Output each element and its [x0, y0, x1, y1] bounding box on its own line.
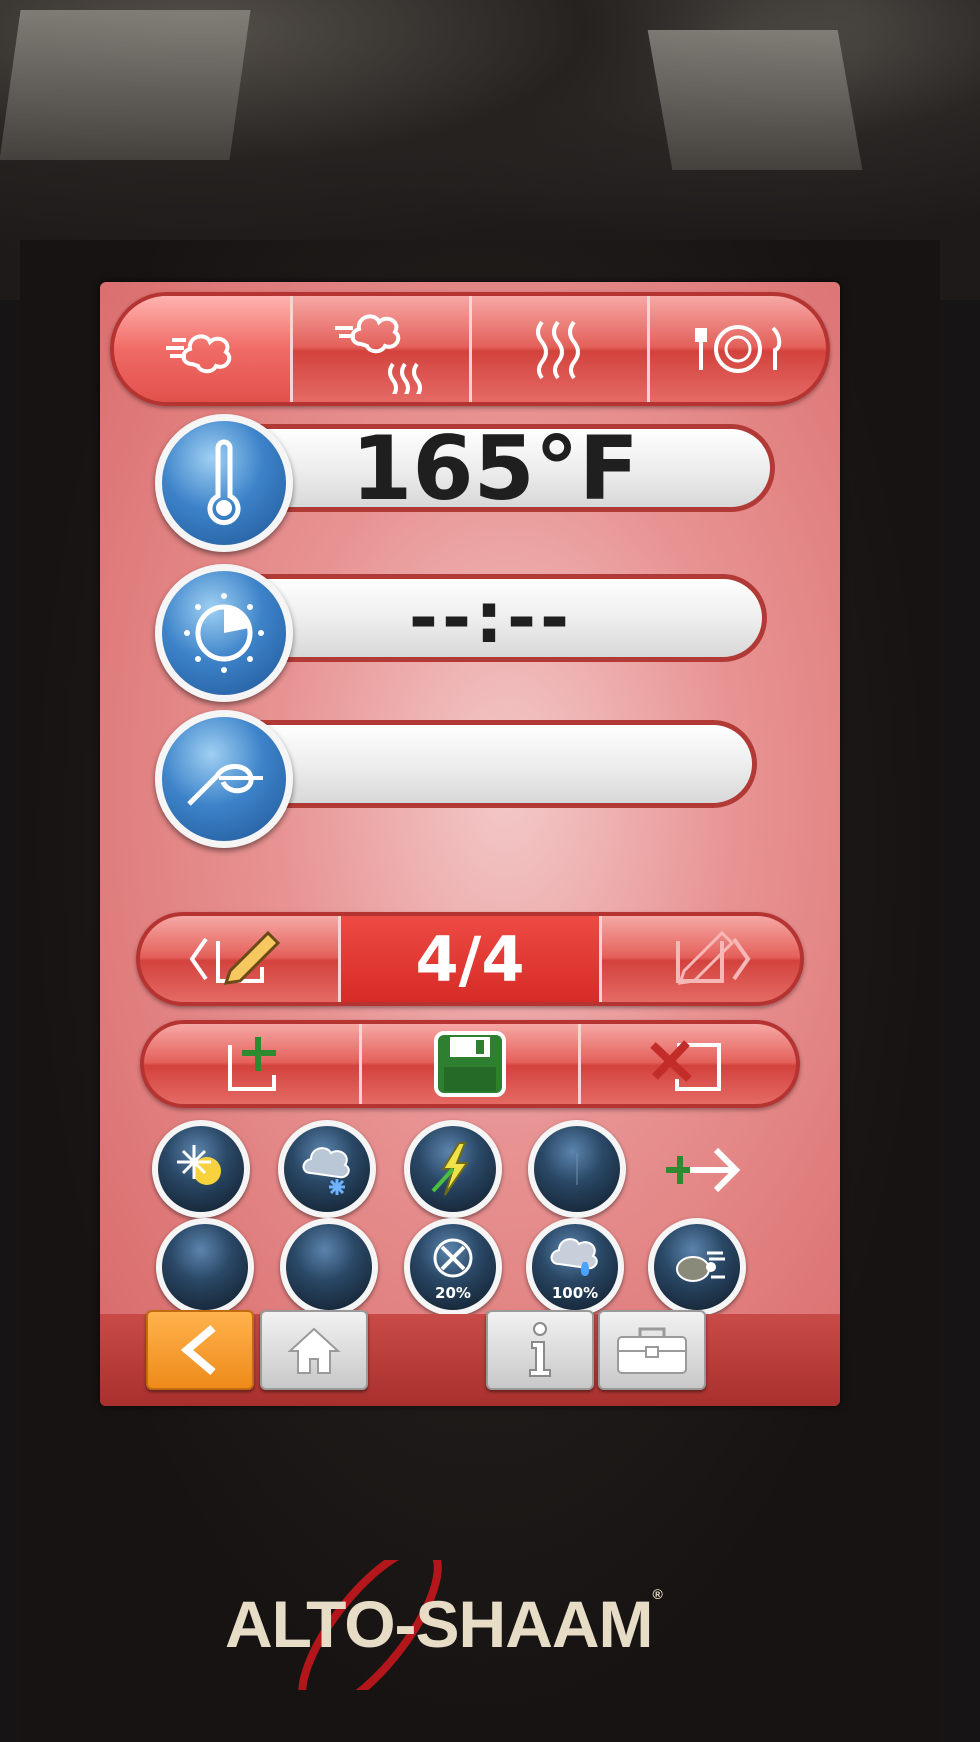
step-counter: 4/4 [341, 916, 602, 1002]
fan-speed-label: 20% [435, 1284, 471, 1302]
mode-combination[interactable] [293, 296, 472, 402]
sun-snow-icon [177, 1145, 221, 1185]
save-recipe-button[interactable] [362, 1024, 581, 1104]
mode-steam[interactable] [472, 296, 651, 402]
timer-knob[interactable] [155, 564, 293, 702]
steam-icon [536, 320, 581, 380]
mode-retherm[interactable] [650, 296, 826, 402]
temperature-knob[interactable] [155, 414, 293, 552]
option-humidity[interactable]: 100% [526, 1218, 624, 1316]
chevron-left-icon [180, 1324, 216, 1376]
registered-mark: ® [652, 1586, 663, 1602]
blank-option-icon [185, 1247, 225, 1287]
timer-value: --:-- [215, 574, 767, 662]
option-delta-t[interactable] [648, 1218, 746, 1316]
thermometer-icon [207, 439, 241, 526]
option-fan-speed[interactable]: 20% [404, 1218, 502, 1316]
probe-value [215, 720, 757, 808]
mode-convection[interactable] [114, 296, 293, 402]
probe-knob[interactable] [155, 710, 293, 848]
step-pager: 4/4 [136, 912, 804, 1006]
info-icon [529, 1322, 551, 1377]
back-button[interactable] [146, 1310, 254, 1390]
cloud-snow-icon [302, 1147, 350, 1195]
temperature-field[interactable]: 165°F [155, 414, 775, 552]
option-blank[interactable] [280, 1218, 378, 1316]
next-step-button[interactable] [602, 916, 800, 1002]
humidity-icon [550, 1238, 598, 1276]
more-options-button[interactable] [662, 1130, 742, 1210]
timer-dial-icon [184, 593, 264, 673]
home-icon [287, 1327, 341, 1374]
info-button[interactable] [486, 1310, 594, 1390]
step-actions-bar [140, 1020, 800, 1108]
alto-shaam-logo: ALTO-SHAAM® [210, 1560, 770, 1690]
delete-step-button[interactable] [581, 1024, 796, 1104]
temperature-value: 165°F [215, 417, 775, 520]
delete-step-icon [650, 1040, 722, 1091]
option-eco-smoke[interactable] [152, 1120, 250, 1218]
home-button[interactable] [260, 1310, 368, 1390]
previous-step-button[interactable] [140, 916, 342, 1002]
add-step-icon [227, 1037, 276, 1091]
save-floppy-icon [433, 1031, 506, 1097]
combination-icon [334, 314, 422, 394]
retherm-icon [695, 325, 782, 373]
toolbox-button[interactable] [598, 1310, 706, 1390]
cooking-mode-bar [110, 292, 830, 406]
timer-field[interactable]: --:-- [155, 564, 767, 702]
probe-field[interactable] [155, 710, 757, 848]
humidity-label: 100% [551, 1284, 599, 1302]
lightning-icon [431, 1142, 469, 1196]
previous-step-icon [189, 930, 281, 985]
blank-option-icon [309, 1247, 349, 1287]
option-blank[interactable] [528, 1120, 626, 1218]
brand-name: ALTO-SHAAM [225, 1587, 654, 1661]
option-lightning[interactable] [404, 1120, 502, 1218]
convection-icon [165, 334, 232, 374]
fan-speed-icon [433, 1238, 473, 1278]
option-cloud-snow[interactable] [278, 1120, 376, 1218]
probe-icon [187, 764, 263, 806]
next-step-icon [675, 930, 751, 985]
blank-option-icon [576, 1153, 578, 1185]
add-step-button[interactable] [144, 1024, 363, 1104]
add-next-arrow-icon [666, 1147, 741, 1193]
toolbox-icon [617, 1327, 687, 1374]
delta-t-turtle-icon [676, 1251, 725, 1282]
ceiling-light [647, 30, 863, 170]
ceiling-light [0, 10, 251, 160]
option-blank[interactable] [156, 1218, 254, 1316]
touch-screen: 165°F --:-- 4/4 20% 100% [100, 282, 840, 1406]
